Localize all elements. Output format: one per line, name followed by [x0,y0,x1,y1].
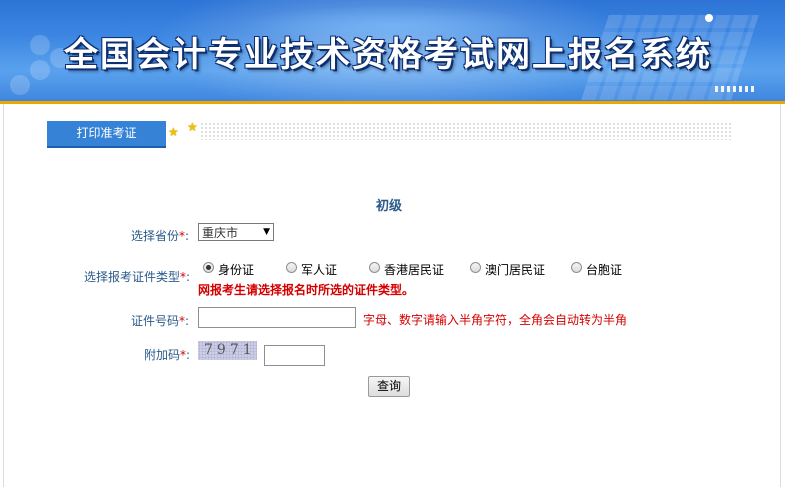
province-label: 选择省份*: [131,227,189,244]
province-select-value: 重庆市 [202,226,239,240]
label-colon: : [186,348,191,362]
province-select[interactable]: 重庆市 ▼ [198,223,274,241]
id-number-label: 证件号码*: [131,312,189,329]
exam-level-title: 初级 [376,199,403,214]
radio-hongkong-id[interactable] [369,262,380,273]
radio-macau-id[interactable] [470,262,481,273]
id-number-hint: 字母、数字请输入半角字符，全角会自动转为半角 [363,313,628,327]
dropdown-arrow-icon[interactable]: ▼ [263,224,270,241]
label-colon: : [185,314,190,328]
radio-label-macau-id[interactable]: 澳门居民证 [485,261,545,278]
banner-decoration [705,14,713,22]
banner-decoration [10,75,30,95]
header-banner: 全国会计专业技术资格考试网上报名系统 [0,0,785,101]
tab-bar-divider [200,122,732,140]
query-button[interactable]: 查询 [368,376,410,397]
radio-label-hongkong-id[interactable]: 香港居民证 [384,261,444,278]
id-type-label: 选择报考证件类型*: [84,268,190,285]
id-type-warning: 网报考生请选择报名时所选的证件类型。 [198,283,415,297]
radio-label-taiwan-id[interactable]: 台胞证 [586,261,622,278]
system-title: 全国会计专业技术资格考试网上报名系统 [64,35,712,75]
label-colon: : [186,270,191,284]
tab-print-admission-ticket[interactable]: 打印准考证 [47,121,166,146]
star-icon: ★ [187,120,198,134]
captcha-label: 附加码*: [144,346,190,363]
banner-border [0,101,785,104]
frame-border [780,104,781,487]
radio-label-id-card[interactable]: 身份证 [218,261,254,278]
label-colon: : [185,229,190,243]
province-label-text: 选择省份 [131,229,180,243]
captcha-input[interactable] [264,345,325,366]
banner-decoration [30,35,50,55]
captcha-label-text: 附加码 [144,348,181,362]
radio-id-card[interactable] [203,262,214,273]
banner-decoration [715,86,755,92]
frame-border [3,104,4,487]
id-number-input[interactable] [198,307,356,328]
star-icon: ★ [168,125,179,139]
banner-decoration [30,60,50,80]
id-type-label-text: 选择报考证件类型 [84,270,181,284]
id-number-label-text: 证件号码 [131,314,180,328]
radio-taiwan-id[interactable] [571,262,582,273]
radio-military-id[interactable] [286,262,297,273]
captcha-image[interactable]: 7971 [198,341,257,360]
radio-label-military-id[interactable]: 军人证 [301,261,337,278]
